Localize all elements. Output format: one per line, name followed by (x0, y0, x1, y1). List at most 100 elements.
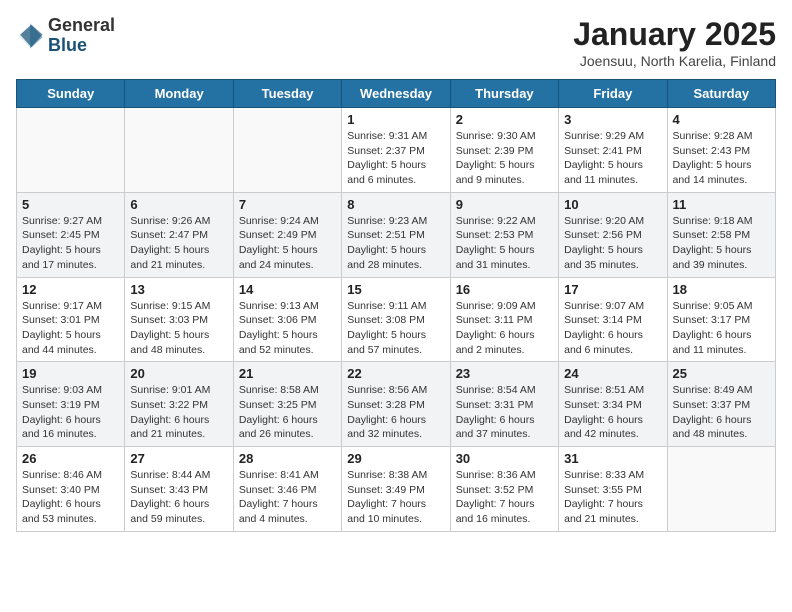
day-number: 8 (347, 197, 444, 212)
calendar-week-row: 12Sunrise: 9:17 AMSunset: 3:01 PMDayligh… (17, 277, 776, 362)
calendar-day-cell: 21 Sunrise: 8:58 AMSunset: 3:25 PMDayligh… (233, 362, 341, 447)
day-number: 20 (130, 366, 227, 381)
day-info: Sunrise: 8:56 AMSunset: 3:28 PMDaylight:… (347, 383, 444, 442)
day-number: 16 (456, 282, 553, 297)
day-number: 13 (130, 282, 227, 297)
day-info: Sunrise: 8:33 AMSunset: 3:55 PMDaylight:… (564, 468, 661, 527)
day-info: Sunrise: 9:27 AMSunset: 2:45 PMDaylight:… (22, 214, 119, 273)
calendar-day-cell: 4Sunrise: 9:28 AMSunset: 2:43 PMDaylight… (667, 108, 775, 193)
day-number: 27 (130, 451, 227, 466)
day-number: 24 (564, 366, 661, 381)
day-number: 5 (22, 197, 119, 212)
day-number: 3 (564, 112, 661, 127)
calendar-week-row: 1 Sunrise: 9:31 AMSunset: 2:37 PMDaylight… (17, 108, 776, 193)
calendar-day-cell: 18 Sunrise: 9:05 AMSunset: 3:17 PMDayligh… (667, 277, 775, 362)
day-info: Sunrise: 8:51 AMSunset: 3:34 PMDaylight:… (564, 383, 661, 442)
day-info: Sunrise: 9:05 AMSunset: 3:17 PMDaylight:… (673, 299, 770, 358)
day-info: Sunrise: 9:26 AMSunset: 2:47 PMDaylight:… (130, 214, 227, 273)
weekday-header-sunday: Sunday (17, 80, 125, 108)
day-info: Sunrise: 9:18 AMSunset: 2:58 PMDaylight:… (673, 214, 770, 273)
calendar-day-cell: 9 Sunrise: 9:22 AMSunset: 2:53 PMDaylight… (450, 192, 558, 277)
day-info: Sunrise: 9:11 AMSunset: 3:08 PMDaylight:… (347, 299, 444, 358)
calendar-week-row: 19 Sunrise: 9:03 AMSunset: 3:19 PMDayligh… (17, 362, 776, 447)
day-number: 19 (22, 366, 119, 381)
calendar-day-cell: 23Sunrise: 8:54 AMSunset: 3:31 PMDayligh… (450, 362, 558, 447)
weekday-header-saturday: Saturday (667, 80, 775, 108)
calendar-day-cell: 14 Sunrise: 9:13 AMSunset: 3:06 PMDayligh… (233, 277, 341, 362)
day-number: 31 (564, 451, 661, 466)
calendar-day-cell: 10 Sunrise: 9:20 AMSunset: 2:56 PMDayligh… (559, 192, 667, 277)
calendar-day-cell: 16 Sunrise: 9:09 AMSunset: 3:11 PMDayligh… (450, 277, 558, 362)
calendar-day-cell: 20 Sunrise: 9:01 AMSunset: 3:22 PMDayligh… (125, 362, 233, 447)
calendar-day-cell: 17Sunrise: 9:07 AMSunset: 3:14 PMDayligh… (559, 277, 667, 362)
day-info: Sunrise: 8:38 AMSunset: 3:49 PMDaylight:… (347, 468, 444, 527)
calendar-day-cell: 11 Sunrise: 9:18 AMSunset: 2:58 PMDayligh… (667, 192, 775, 277)
calendar-day-cell: 31 Sunrise: 8:33 AMSunset: 3:55 PMDayligh… (559, 447, 667, 532)
day-number: 26 (22, 451, 119, 466)
calendar-day-cell: 8 Sunrise: 9:23 AMSunset: 2:51 PMDaylight… (342, 192, 450, 277)
day-info: Sunrise: 8:49 AMSunset: 3:37 PMDaylight:… (673, 383, 770, 442)
day-number: 10 (564, 197, 661, 212)
day-info: Sunrise: 8:46 AMSunset: 3:40 PMDaylight:… (22, 468, 119, 527)
day-number: 25 (673, 366, 770, 381)
calendar-day-cell (233, 108, 341, 193)
day-number: 11 (673, 197, 770, 212)
day-info: Sunrise: 8:58 AMSunset: 3:25 PMDaylight:… (239, 383, 336, 442)
calendar-day-cell (17, 108, 125, 193)
day-info: Sunrise: 9:22 AMSunset: 2:53 PMDaylight:… (456, 214, 553, 273)
calendar-day-cell: 29 Sunrise: 8:38 AMSunset: 3:49 PMDayligh… (342, 447, 450, 532)
day-number: 21 (239, 366, 336, 381)
day-number: 15 (347, 282, 444, 297)
calendar-day-cell: 1 Sunrise: 9:31 AMSunset: 2:37 PMDaylight… (342, 108, 450, 193)
weekday-header-monday: Monday (125, 80, 233, 108)
calendar-week-row: 5 Sunrise: 9:27 AMSunset: 2:45 PMDaylight… (17, 192, 776, 277)
weekday-header-friday: Friday (559, 80, 667, 108)
calendar-week-row: 26 Sunrise: 8:46 AMSunset: 3:40 PMDayligh… (17, 447, 776, 532)
weekday-header-wednesday: Wednesday (342, 80, 450, 108)
logo: General Blue (16, 16, 115, 56)
weekday-header-thursday: Thursday (450, 80, 558, 108)
calendar-day-cell: 13Sunrise: 9:15 AMSunset: 3:03 PMDayligh… (125, 277, 233, 362)
day-number: 7 (239, 197, 336, 212)
calendar-day-cell: 26 Sunrise: 8:46 AMSunset: 3:40 PMDayligh… (17, 447, 125, 532)
day-number: 1 (347, 112, 444, 127)
calendar-day-cell: 7Sunrise: 9:24 AMSunset: 2:49 PMDaylight… (233, 192, 341, 277)
page-header: General Blue January 2025 Joensuu, North… (16, 16, 776, 69)
calendar-day-cell: 27 Sunrise: 8:44 AMSunset: 3:43 PMDayligh… (125, 447, 233, 532)
day-number: 2 (456, 112, 553, 127)
calendar-day-cell: 19 Sunrise: 9:03 AMSunset: 3:19 PMDayligh… (17, 362, 125, 447)
calendar-day-cell (667, 447, 775, 532)
day-number: 4 (673, 112, 770, 127)
calendar-table: SundayMondayTuesdayWednesdayThursdayFrid… (16, 79, 776, 532)
day-info: Sunrise: 9:13 AMSunset: 3:06 PMDaylight:… (239, 299, 336, 358)
day-number: 30 (456, 451, 553, 466)
day-info: Sunrise: 9:03 AMSunset: 3:19 PMDaylight:… (22, 383, 119, 442)
calendar-day-cell: 3 Sunrise: 9:29 AMSunset: 2:41 PMDaylight… (559, 108, 667, 193)
calendar-day-cell: 6 Sunrise: 9:26 AMSunset: 2:47 PMDaylight… (125, 192, 233, 277)
day-info: Sunrise: 8:44 AMSunset: 3:43 PMDaylight:… (130, 468, 227, 527)
title-area: January 2025 Joensuu, North Karelia, Fin… (573, 16, 776, 69)
day-info: Sunrise: 9:01 AMSunset: 3:22 PMDaylight:… (130, 383, 227, 442)
calendar-day-cell: 2 Sunrise: 9:30 AMSunset: 2:39 PMDaylight… (450, 108, 558, 193)
day-info: Sunrise: 9:17 AMSunset: 3:01 PMDaylight:… (22, 299, 119, 358)
day-info: Sunrise: 9:09 AMSunset: 3:11 PMDaylight:… (456, 299, 553, 358)
day-number: 14 (239, 282, 336, 297)
day-info: Sunrise: 9:30 AMSunset: 2:39 PMDaylight:… (456, 129, 553, 188)
day-number: 6 (130, 197, 227, 212)
weekday-header-row: SundayMondayTuesdayWednesdayThursdayFrid… (17, 80, 776, 108)
logo-text: General Blue (48, 16, 115, 56)
day-number: 9 (456, 197, 553, 212)
day-info: Sunrise: 9:20 AMSunset: 2:56 PMDaylight:… (564, 214, 661, 273)
day-number: 17 (564, 282, 661, 297)
calendar-day-cell: 30Sunrise: 8:36 AMSunset: 3:52 PMDayligh… (450, 447, 558, 532)
logo-icon (16, 22, 44, 50)
logo-blue: Blue (48, 36, 115, 56)
day-info: Sunrise: 9:29 AMSunset: 2:41 PMDaylight:… (564, 129, 661, 188)
month-title: January 2025 (573, 16, 776, 53)
calendar-day-cell: 25 Sunrise: 8:49 AMSunset: 3:37 PMDayligh… (667, 362, 775, 447)
day-number: 29 (347, 451, 444, 466)
calendar-day-cell: 24 Sunrise: 8:51 AMSunset: 3:34 PMDayligh… (559, 362, 667, 447)
day-info: Sunrise: 9:23 AMSunset: 2:51 PMDaylight:… (347, 214, 444, 273)
day-info: Sunrise: 9:31 AMSunset: 2:37 PMDaylight:… (347, 129, 444, 188)
day-number: 18 (673, 282, 770, 297)
